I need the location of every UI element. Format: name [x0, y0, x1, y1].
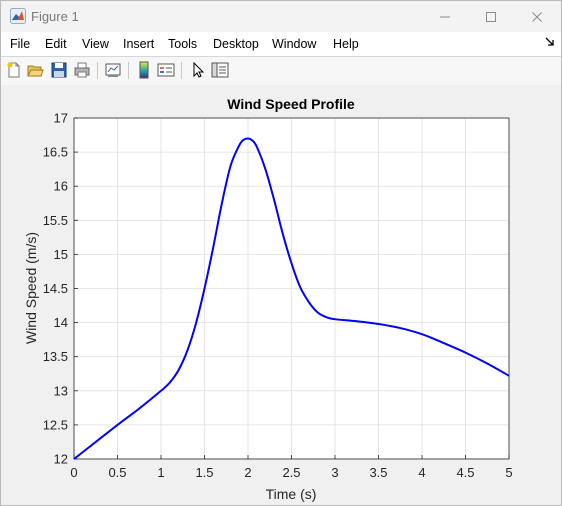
x-tick-label: 4.5	[456, 465, 474, 480]
toolbar-separator	[181, 62, 182, 79]
minimize-button[interactable]	[422, 1, 468, 32]
toolbar-separator	[97, 62, 98, 79]
menu-view[interactable]: View	[82, 37, 109, 51]
toolbar-separator	[128, 62, 129, 79]
y-tick-label: 14	[54, 315, 68, 330]
x-tick-label: 0.5	[108, 465, 126, 480]
menu-bar: File Edit View Insert Tools Desktop Wind…	[1, 32, 561, 56]
menu-desktop[interactable]: Desktop	[213, 37, 259, 51]
menu-tools[interactable]: Tools	[168, 37, 197, 51]
chart-title: Wind Speed Profile	[227, 96, 355, 112]
link-plot-icon[interactable]	[104, 61, 122, 79]
y-tick-label: 17	[54, 111, 68, 126]
menu-insert[interactable]: Insert	[123, 37, 154, 51]
x-tick-label: 3.5	[369, 465, 387, 480]
x-tick-label: 2.5	[282, 465, 300, 480]
line-chart[interactable]: Wind Speed Profile 0 0.5 1 1.5 2 2.5 3 3.5 4 4.5 5…	[1, 85, 561, 505]
x-tick-label: 2	[244, 465, 251, 480]
y-tick-label: 13.5	[43, 349, 68, 364]
colorbar-icon[interactable]	[135, 61, 153, 79]
figure-canvas: Wind Speed Profile 0 0.5 1 1.5 2 2.5 3 3.5 4 4.5 5…	[1, 85, 561, 505]
matlab-logo-icon	[10, 8, 26, 24]
y-tick-label: 12	[54, 452, 68, 467]
x-tick-label: 5	[505, 465, 512, 480]
print-icon[interactable]	[73, 61, 91, 79]
property-inspector-icon[interactable]	[211, 61, 229, 79]
y-tick-label: 13	[54, 383, 68, 398]
menu-edit[interactable]: Edit	[45, 37, 67, 51]
legend-icon[interactable]	[157, 61, 175, 79]
y-tick-label: 16	[54, 179, 68, 194]
x-tick-label: 1.5	[195, 465, 213, 480]
title-bar: Figure 1	[1, 1, 561, 32]
y-tick-label: 15.5	[43, 213, 68, 228]
y-tick-label: 12.5	[43, 417, 68, 432]
x-tick-label: 3	[331, 465, 338, 480]
minimize-icon	[440, 16, 450, 17]
x-tick-label: 1	[157, 465, 164, 480]
figure-window: Figure 1 File Edit View Insert Tools Des…	[0, 0, 562, 506]
open-file-icon[interactable]	[26, 61, 44, 79]
maximize-icon	[486, 11, 496, 22]
y-axis-label: Wind Speed (m/s)	[23, 232, 39, 344]
menu-window[interactable]: Window	[272, 37, 316, 51]
close-icon	[532, 11, 542, 22]
x-tick-label: 0	[70, 465, 77, 480]
y-tick-label: 15	[54, 247, 68, 262]
pointer-arrow-icon[interactable]	[189, 61, 207, 79]
save-icon[interactable]	[50, 61, 68, 79]
window-title: Figure 1	[31, 9, 79, 24]
x-axis-label: Time (s)	[266, 486, 317, 502]
menu-help[interactable]: Help	[333, 37, 359, 51]
figure-toolbar	[1, 56, 561, 86]
y-tick-label: 14.5	[43, 281, 68, 296]
menu-file[interactable]: File	[10, 37, 30, 51]
close-button[interactable]	[514, 1, 560, 32]
y-tick-label: 16.5	[43, 145, 68, 160]
maximize-button[interactable]	[468, 1, 514, 32]
x-tick-label: 4	[418, 465, 425, 480]
new-figure-icon[interactable]	[5, 61, 23, 79]
dock-arrow-icon[interactable]	[545, 37, 555, 47]
